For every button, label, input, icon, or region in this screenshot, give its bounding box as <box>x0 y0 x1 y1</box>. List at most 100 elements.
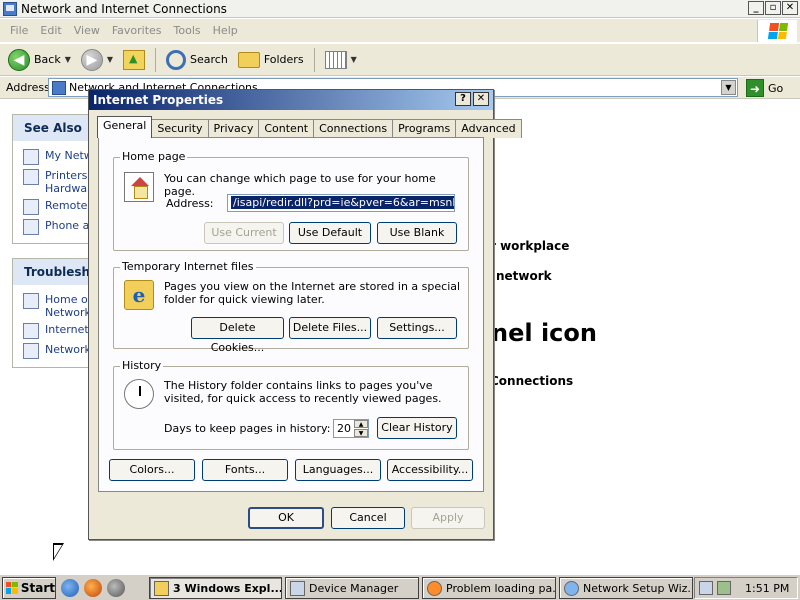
minimize-button[interactable]: _ <box>748 1 764 15</box>
task-device-manager[interactable]: Device Manager <box>285 577 419 599</box>
task-label: Network Setup Wiz... <box>583 581 693 595</box>
clear-history-button[interactable]: Clear History <box>377 417 457 439</box>
firefox-icon <box>427 580 442 596</box>
app-quicklaunch-icon[interactable] <box>107 578 125 597</box>
history-group: History The History folder contains link… <box>113 359 469 450</box>
delete-cookies-button[interactable]: Delete Cookies... <box>191 317 284 354</box>
internet-explorer-folder-icon: e <box>124 280 154 310</box>
cancel-button[interactable]: Cancel <box>331 507 405 529</box>
internet-properties-dialog: Internet Properties ? ✕ General Security… <box>88 89 522 540</box>
windows-flag-icon <box>767 23 788 39</box>
temp-files-description: Pages you view on the Internet are store… <box>164 280 461 306</box>
menu-help[interactable]: Help <box>207 24 244 37</box>
menu-edit[interactable]: Edit <box>34 24 67 37</box>
my-network-icon <box>23 149 39 165</box>
task-label: 3 Windows Expl... <box>173 581 282 595</box>
folders-label: Folders <box>263 53 304 66</box>
maximize-button[interactable]: ▫ <box>765 1 781 15</box>
troubleshooter-label: Home or Network <box>45 293 93 319</box>
toolbar-separator <box>155 47 157 72</box>
tray-app-icon[interactable] <box>717 581 731 595</box>
stepper-down-icon[interactable]: ▼ <box>354 429 368 437</box>
tab-advanced[interactable]: Advanced <box>455 119 522 138</box>
tab-privacy[interactable]: Privacy <box>207 119 260 138</box>
ok-button[interactable]: OK <box>248 507 324 529</box>
printer-icon <box>23 169 39 185</box>
use-default-button[interactable]: Use Default <box>289 222 371 244</box>
see-also-item-label: Phone ar <box>45 219 94 232</box>
days-to-keep-label: Days to keep pages in history: <box>164 422 331 435</box>
dialog-help-button[interactable]: ? <box>455 92 471 106</box>
colors-button[interactable]: Colors... <box>109 459 195 481</box>
network-setup-icon <box>564 580 579 596</box>
views-icon <box>324 50 347 69</box>
help-icon <box>23 293 39 309</box>
use-current-button[interactable]: Use Current <box>204 222 284 244</box>
languages-button[interactable]: Languages... <box>295 459 381 481</box>
up-folder-button[interactable] <box>119 48 149 72</box>
tab-content[interactable]: Content <box>258 119 315 138</box>
system-tray: 1:51 PM <box>694 577 798 599</box>
tab-general[interactable]: General <box>97 116 153 138</box>
standard-toolbar: ◀ Back ▼ ▶ ▼ Search Folders ▼ <box>0 44 800 76</box>
stepper-up-icon[interactable]: ▲ <box>354 420 368 428</box>
settings-button[interactable]: Settings... <box>377 317 457 339</box>
go-button[interactable]: ➜ Go <box>746 79 783 97</box>
start-button[interactable]: Start <box>2 576 56 599</box>
help-icon <box>23 323 39 339</box>
use-blank-button[interactable]: Use Blank <box>377 222 457 244</box>
folders-icon <box>237 51 260 68</box>
menu-favorites[interactable]: Favorites <box>106 24 168 37</box>
task-link-workplace[interactable]: r workplace <box>490 239 569 253</box>
task-problem-loading[interactable]: Problem loading pa... <box>422 577 556 599</box>
menu-bar: File Edit View Favorites Tools Help <box>0 19 800 43</box>
search-button[interactable]: Search <box>162 48 232 72</box>
mouse-cursor-icon <box>53 543 64 561</box>
days-to-keep-stepper[interactable]: 20 ▲ ▼ <box>333 419 369 438</box>
see-also-item-label: Printers Hardwar <box>45 169 92 195</box>
network-connections-link[interactable]: Connections <box>490 374 573 388</box>
clock[interactable]: 1:51 PM <box>745 582 789 595</box>
control-panel-heading: nel icon <box>491 319 597 347</box>
back-label: Back <box>34 53 61 66</box>
search-icon <box>166 49 187 70</box>
views-button[interactable]: ▼ <box>321 49 361 71</box>
close-button[interactable]: ✕ <box>782 1 798 15</box>
home-page-group: Home page You can change which page to u… <box>113 150 469 251</box>
tab-connections[interactable]: Connections <box>313 119 394 138</box>
folders-button[interactable]: Folders <box>234 50 308 70</box>
tab-security[interactable]: Security <box>151 119 209 138</box>
dialog-tabs: General Security Privacy Content Connect… <box>97 116 522 138</box>
fonts-button[interactable]: Fonts... <box>202 459 288 481</box>
back-arrow-icon: ◀ <box>8 48 30 71</box>
address-dropdown-icon[interactable]: ▼ <box>721 80 736 95</box>
back-button[interactable]: ◀ Back ▼ <box>4 47 75 73</box>
see-also-item-label: My Netw <box>45 149 93 162</box>
tab-programs[interactable]: Programs <box>392 119 457 138</box>
accessibility-button[interactable]: Accessibility... <box>387 459 473 481</box>
menu-tools[interactable]: Tools <box>168 24 207 37</box>
task-windows-explorer[interactable]: 3 Windows Expl... ▼ <box>149 577 282 599</box>
menu-file[interactable]: File <box>4 24 34 37</box>
views-dropdown-icon[interactable]: ▼ <box>351 55 357 64</box>
phone-icon <box>23 219 39 235</box>
go-arrow-icon: ➜ <box>746 79 764 97</box>
home-address-input[interactable]: /isapi/redir.dll?prd=ie&pver=6&ar=msnhom… <box>227 194 455 212</box>
back-dropdown-icon[interactable]: ▼ <box>65 55 71 64</box>
network-tray-icon[interactable] <box>699 581 713 595</box>
ie-quicklaunch-icon[interactable] <box>61 578 79 597</box>
task-network-setup-wizard[interactable]: Network Setup Wiz... <box>559 577 693 599</box>
go-label: Go <box>768 81 784 95</box>
days-to-keep-value: 20 <box>337 422 351 435</box>
dialog-close-button[interactable]: ✕ <box>473 92 489 106</box>
home-address-value: /isapi/redir.dll?prd=ie&pver=6&ar=msnhom… <box>231 196 454 209</box>
forward-dropdown-icon[interactable]: ▼ <box>107 55 113 64</box>
firefox-quicklaunch-icon[interactable] <box>84 578 102 597</box>
troubleshooter-label: Network <box>45 343 91 356</box>
delete-files-button[interactable]: Delete Files... <box>289 317 371 339</box>
forward-button[interactable]: ▶ ▼ <box>77 47 117 73</box>
task-link-network[interactable]: network <box>496 269 552 283</box>
task-label: Device Manager <box>309 581 399 595</box>
menu-view[interactable]: View <box>68 24 106 37</box>
apply-button[interactable]: Apply <box>411 507 485 529</box>
